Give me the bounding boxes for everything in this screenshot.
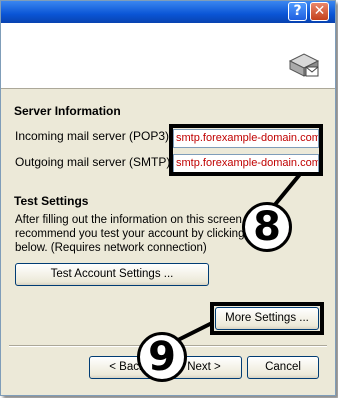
test-settings-heading: Test Settings <box>14 194 89 208</box>
description-line: recommend you test your account by click… <box>15 228 258 240</box>
description-line: After filling out the information on thi… <box>15 214 246 226</box>
description-line: below. (Requires network connection) <box>15 242 207 254</box>
title-bar: ? ✕ <box>1 1 335 23</box>
header-band <box>1 23 335 89</box>
test-settings-description: After filling out the information on thi… <box>15 213 265 255</box>
cancel-button[interactable]: Cancel <box>247 356 319 379</box>
outgoing-server-label: Outgoing mail server (SMTP): <box>15 155 174 169</box>
callout-step-9: 9 <box>137 332 187 382</box>
callout-step-8: 8 <box>242 202 292 252</box>
help-button[interactable]: ? <box>288 2 307 21</box>
server-information-heading: Server Information <box>14 104 121 118</box>
incoming-server-label: Incoming mail server (POP3): <box>15 129 173 143</box>
close-button[interactable]: ✕ <box>310 2 329 21</box>
account-settings-dialog: ? ✕ Server Information Incoming mail ser… <box>0 0 336 396</box>
mail-server-icon <box>288 53 320 77</box>
server-fields-highlight <box>169 124 323 176</box>
more-settings-highlight <box>210 302 324 335</box>
test-account-settings-button[interactable]: Test Account Settings ... <box>15 263 209 286</box>
